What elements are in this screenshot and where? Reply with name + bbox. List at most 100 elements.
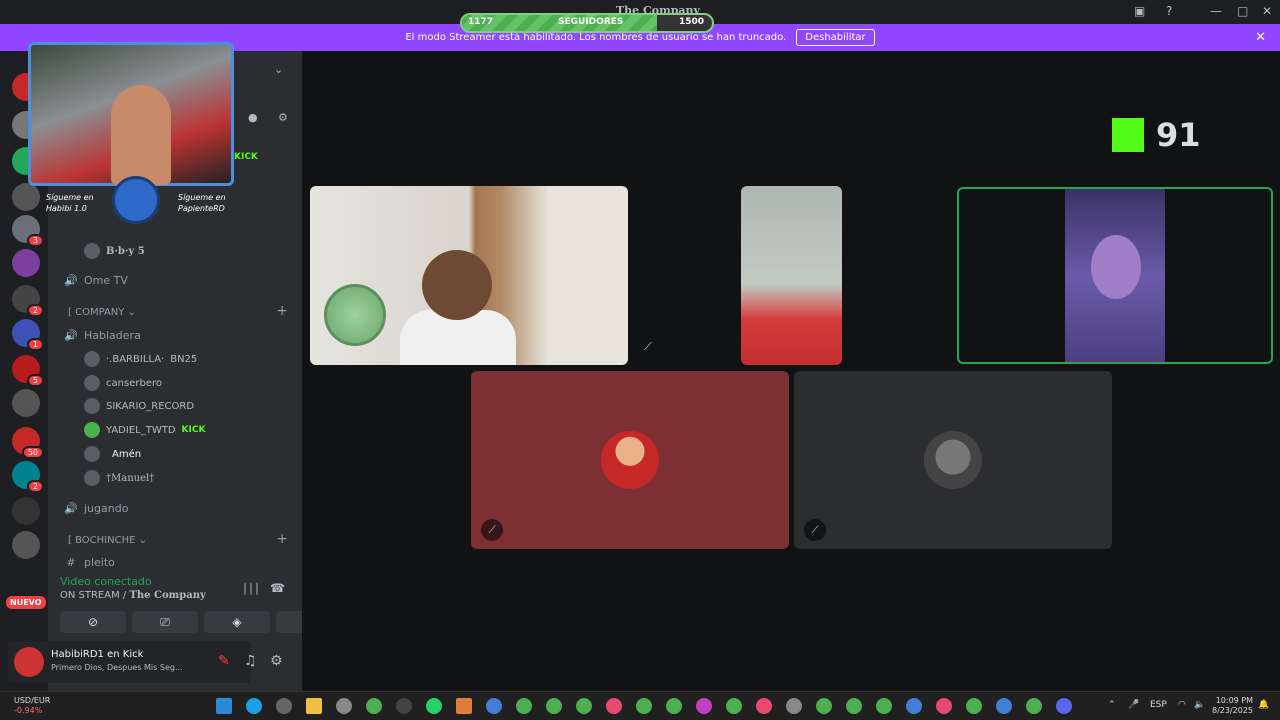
disconnect-icon[interactable]: ☎: [270, 581, 285, 595]
voice-user[interactable]: YADIEL_TWTD KICK: [84, 420, 205, 440]
video-tile-speaking[interactable]: [957, 187, 1273, 364]
server-icon[interactable]: [12, 389, 40, 417]
chrome-profile-icon[interactable]: [966, 698, 982, 714]
chrome-profile-icon[interactable]: [756, 698, 772, 714]
screen-share-button[interactable]: ⎚: [132, 611, 198, 633]
chrome-profile-icon[interactable]: [1026, 698, 1042, 714]
chrome-profile-icon[interactable]: [696, 698, 712, 714]
add-channel-icon[interactable]: +: [276, 531, 288, 547]
chrome-profile-icon[interactable]: [816, 698, 832, 714]
headphones-icon[interactable]: ♫: [244, 653, 257, 669]
badge: 2: [26, 304, 44, 317]
sound-waves-icon[interactable]: ∣∣∣: [242, 581, 260, 595]
server-icon[interactable]: 2: [12, 285, 44, 317]
server-icon[interactable]: [12, 497, 40, 525]
channel-name: Ome TV: [84, 273, 128, 287]
chat-icon[interactable]: ●: [248, 111, 258, 124]
chrome-profile-icon[interactable]: [516, 698, 532, 714]
chrome-profile-icon[interactable]: [786, 698, 802, 714]
server-icon[interactable]: 50: [12, 427, 44, 459]
mute-icon[interactable]: ✎: [218, 653, 230, 669]
server-icon[interactable]: [12, 531, 40, 559]
date: 8/23/2025: [1212, 706, 1254, 715]
instagram-caption: Sígueme en PapienteRD: [178, 192, 226, 214]
close-window-button[interactable]: ✕: [1262, 4, 1272, 18]
help-icon[interactable]: ?: [1166, 4, 1172, 18]
chevron-down-icon[interactable]: ⌄: [274, 63, 283, 76]
activity-button[interactable]: ◈: [204, 611, 270, 633]
channel-name: pleito: [84, 555, 115, 569]
video-tile[interactable]: [741, 186, 842, 365]
voice-user[interactable]: Amén: [84, 444, 141, 464]
banner-message: El modo Streamer está habilitado. Los no…: [405, 32, 787, 43]
follower-goal-bar: 1177 SEGUIDORES 1500: [460, 13, 714, 33]
app-icon[interactable]: [396, 698, 412, 714]
channel-ome-tv[interactable]: 🔊 Ome TV: [48, 270, 302, 290]
channel-jugando[interactable]: 🔊 jugando: [48, 498, 302, 518]
avatar-tile[interactable]: ⟋: [471, 371, 789, 549]
language-indicator[interactable]: ESP: [1150, 700, 1167, 710]
chrome-profile-icon[interactable]: [636, 698, 652, 714]
time: 10:09 PM: [1215, 696, 1254, 705]
minimize-button[interactable]: —: [1210, 4, 1222, 18]
voice-user[interactable]: †Manuel†: [84, 468, 154, 488]
voice-user[interactable]: B·b·y 5: [84, 241, 145, 261]
badge: 1: [26, 338, 44, 351]
server-icon[interactable]: 1: [12, 319, 44, 351]
close-icon[interactable]: ✕: [1255, 30, 1266, 45]
chrome-profile-icon[interactable]: [996, 698, 1012, 714]
stock-widget[interactable]: USD/EUR -0.94%: [14, 696, 50, 716]
avatar[interactable]: [14, 647, 44, 677]
user-name: HabibiRD1 en Kick: [51, 649, 144, 660]
user-name: SIKARIO_RECORD: [106, 400, 195, 412]
inbox-icon[interactable]: ▣: [1134, 4, 1145, 18]
notification-icon[interactable]: 🔔: [1258, 700, 1269, 710]
chrome-profile-icon[interactable]: [846, 698, 862, 714]
volume-icon[interactable]: 🔈: [1194, 700, 1205, 710]
avatar-tile[interactable]: ⟋: [794, 371, 1112, 549]
participant-head: [422, 250, 492, 320]
chrome-profile-icon[interactable]: [936, 698, 952, 714]
chrome-profile-icon[interactable]: [486, 698, 502, 714]
add-channel-icon[interactable]: +: [276, 303, 288, 319]
chrome-profile-icon[interactable]: [726, 698, 742, 714]
disable-streamer-button[interactable]: Deshabilitar: [796, 29, 875, 46]
app-icon[interactable]: [336, 698, 352, 714]
microphone-icon[interactable]: 🎤: [1128, 700, 1139, 710]
server-icon[interactable]: 5: [12, 355, 44, 387]
category-company[interactable]: [ COMPANY ⌄: [68, 307, 136, 318]
user-name: B·b·y 5: [106, 245, 145, 257]
chrome-profile-icon[interactable]: [906, 698, 922, 714]
settings-icon[interactable]: ⚙: [278, 111, 288, 124]
app-icon[interactable]: [276, 698, 292, 714]
speaker-icon: 🔊: [64, 328, 78, 342]
clock[interactable]: 10:09 PM 8/23/2025: [1212, 696, 1253, 716]
start-icon[interactable]: [216, 698, 232, 714]
chevron-up-icon[interactable]: ⌃: [1108, 700, 1116, 710]
server-icon[interactable]: 2: [12, 461, 44, 493]
video-tile[interactable]: [310, 186, 628, 365]
voice-user[interactable]: canserbero: [84, 373, 162, 393]
user-name: YADIEL_TWTD: [106, 424, 176, 436]
chrome-icon[interactable]: [366, 698, 382, 714]
category-bochinche[interactable]: [ BOCHINCHE ⌄: [68, 535, 147, 546]
maximize-button[interactable]: □: [1237, 4, 1248, 18]
chrome-profile-icon[interactable]: [576, 698, 592, 714]
chrome-profile-icon[interactable]: [666, 698, 682, 714]
folder-icon[interactable]: [306, 698, 322, 714]
channel-habladera[interactable]: 🔊 Habladera: [48, 325, 302, 345]
edge-icon[interactable]: [246, 698, 262, 714]
gear-icon[interactable]: ⚙: [270, 653, 283, 669]
discord-icon[interactable]: [1056, 698, 1072, 714]
chrome-profile-icon[interactable]: [606, 698, 622, 714]
voice-user[interactable]: SIKARIO_RECORD: [84, 396, 194, 416]
whatsapp-icon[interactable]: [426, 698, 442, 714]
camera-off-button[interactable]: ⊘: [60, 611, 126, 633]
chrome-profile-icon[interactable]: [876, 698, 892, 714]
app-icon[interactable]: [456, 698, 472, 714]
chrome-profile-icon[interactable]: [546, 698, 562, 714]
server-icon[interactable]: [12, 249, 40, 277]
wifi-icon[interactable]: ◠: [1178, 700, 1186, 710]
voice-user[interactable]: ·.BARBILLA· BN25: [84, 349, 197, 369]
ticker-symbol: USD/EUR: [14, 696, 51, 705]
